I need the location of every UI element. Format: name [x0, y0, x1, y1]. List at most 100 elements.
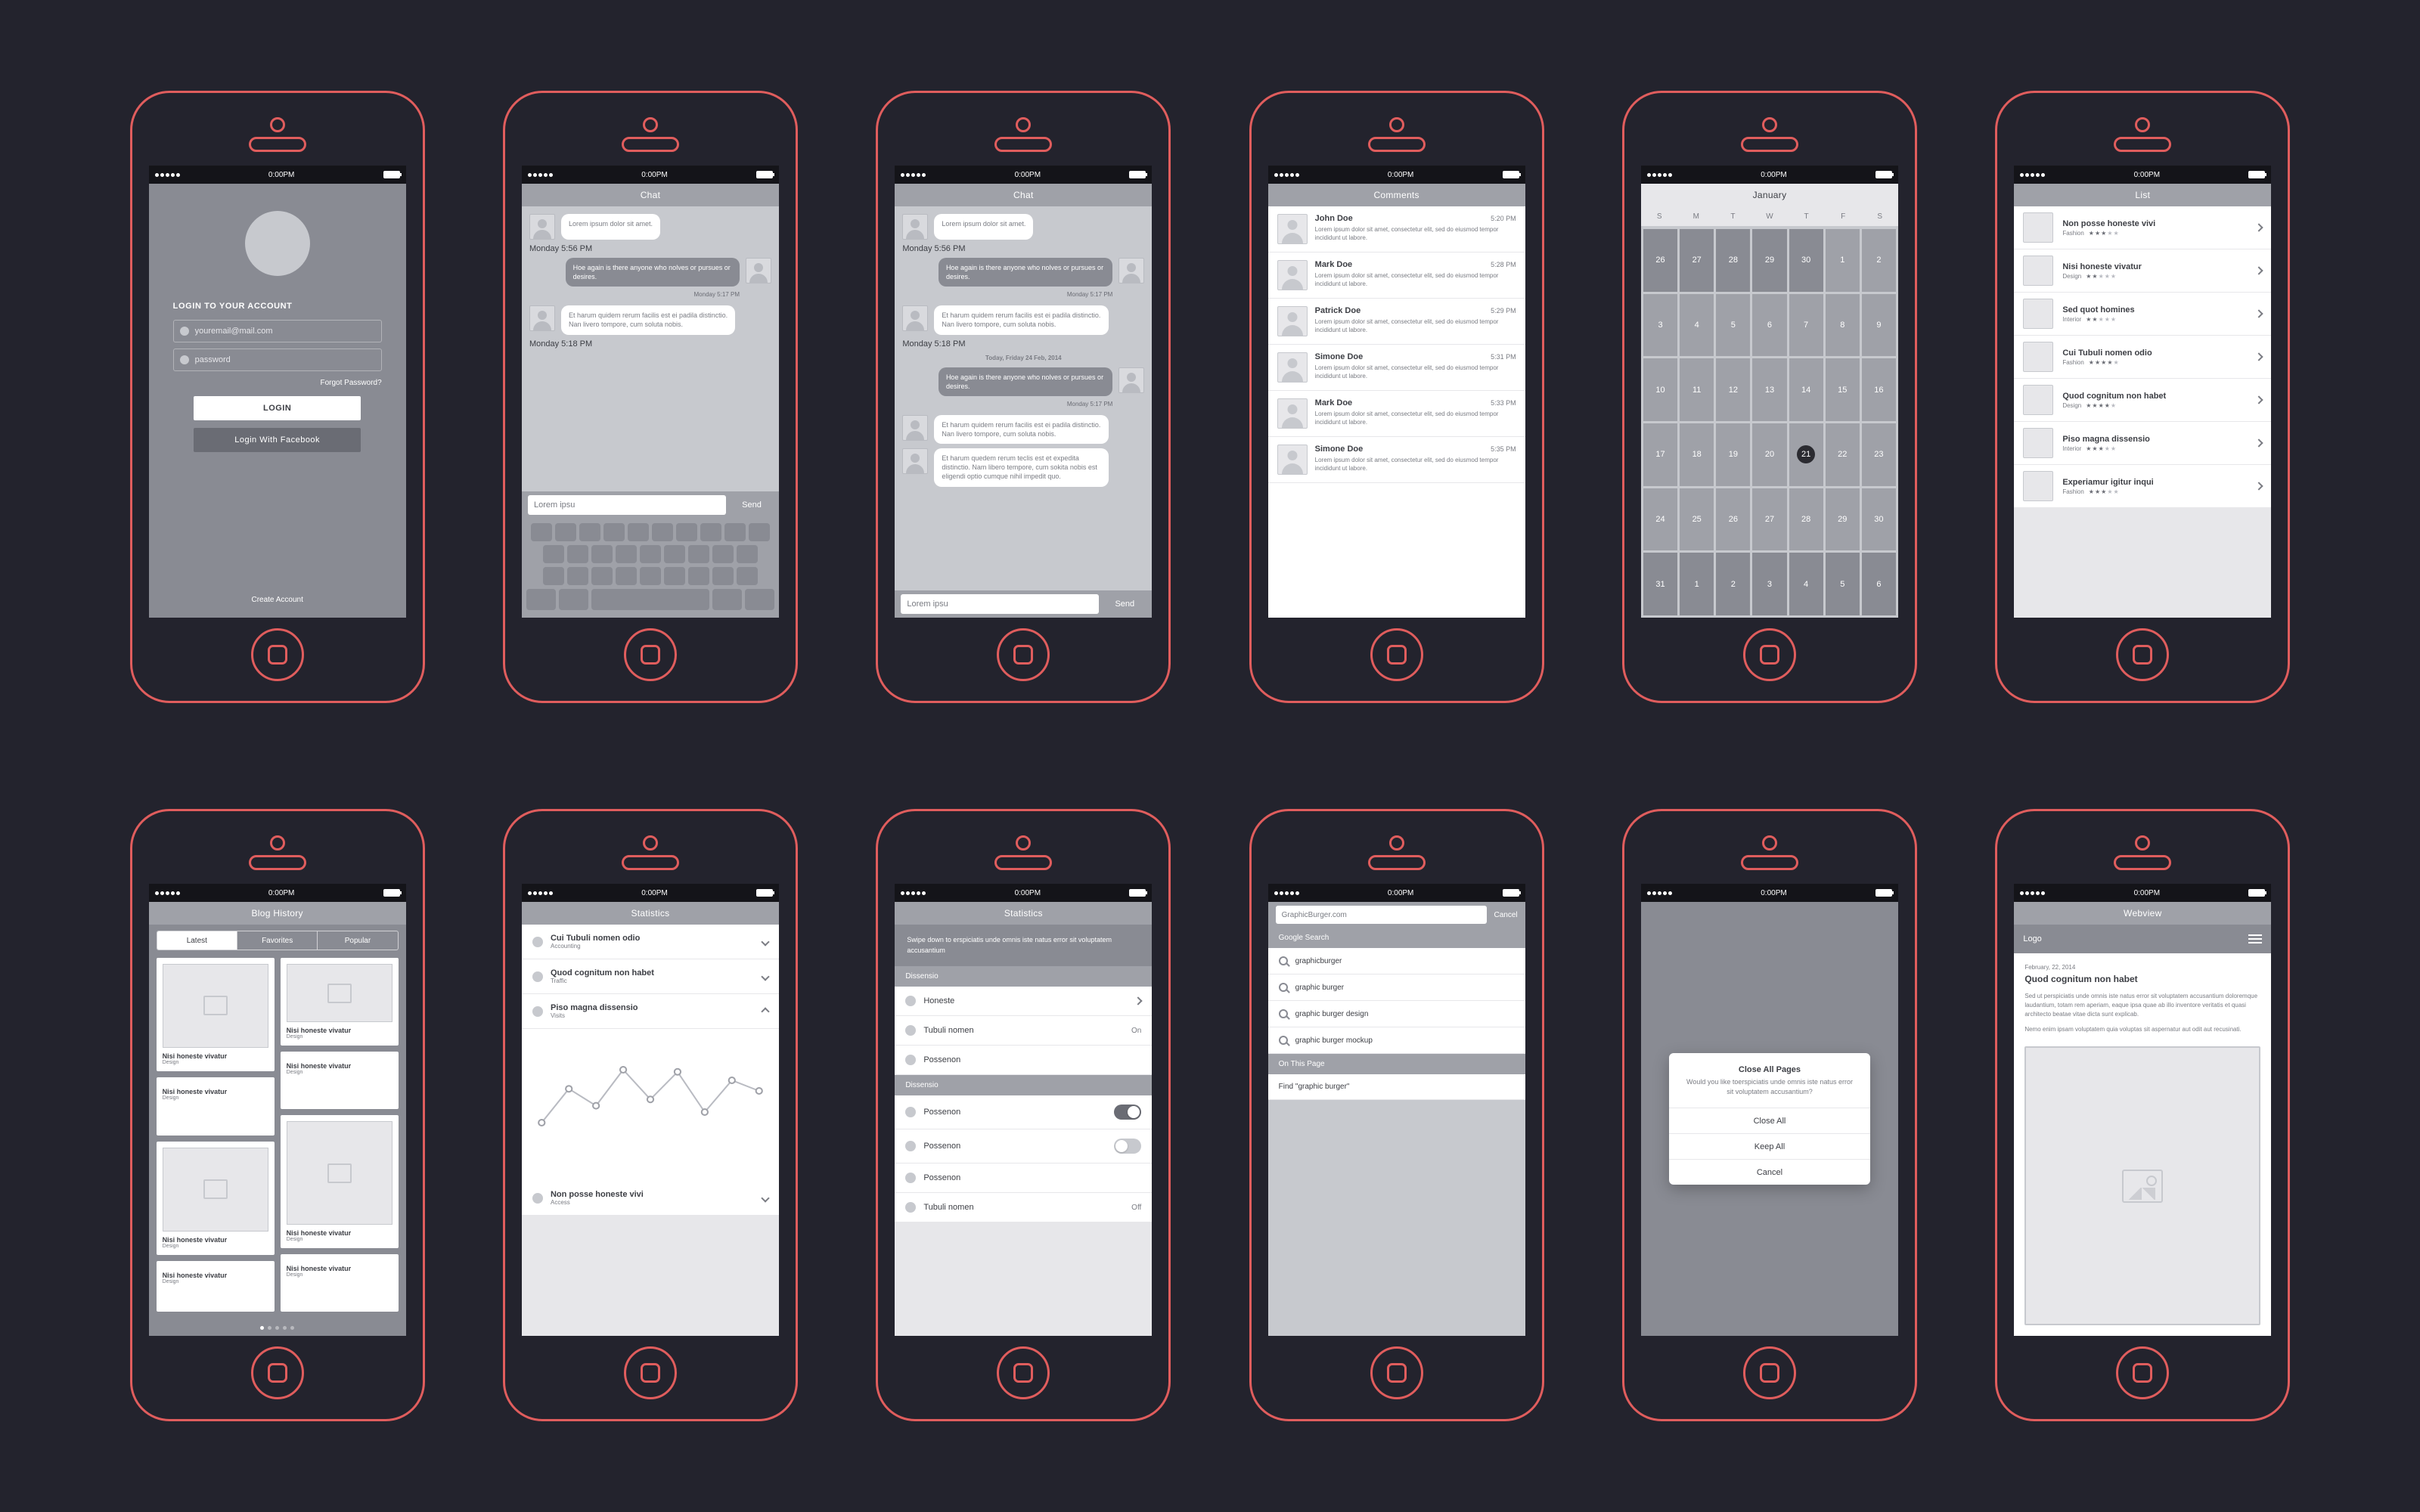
comment-row[interactable]: Simone Doe5:31 PMLorem ipsum dolor sit a… — [1268, 345, 1525, 391]
rating-list[interactable]: Non posse honeste viviFashion★★★★★Nisi h… — [2014, 206, 2271, 618]
facebook-login-button[interactable]: Login With Facebook — [194, 428, 361, 452]
search-input[interactable]: GraphicBurger.com — [1276, 906, 1487, 924]
accordion-row[interactable]: Cui Tubuli nomen odioAccounting — [522, 925, 779, 959]
calendar-day[interactable]: 9 — [1862, 294, 1896, 357]
comment-row[interactable]: Mark Doe5:28 PMLorem ipsum dolor sit ame… — [1268, 253, 1525, 299]
calendar-day[interactable]: 29 — [1826, 488, 1860, 551]
calendar-day[interactable]: 5 — [1716, 294, 1750, 357]
calendar-grid[interactable]: 2627282930123456789101112131415161718192… — [1641, 227, 1898, 618]
calendar-day[interactable]: 13 — [1752, 358, 1786, 421]
blog-card[interactable]: Nisi honeste vivaturDesign — [157, 1261, 275, 1312]
comment-row[interactable]: John Doe5:20 PMLorem ipsum dolor sit ame… — [1268, 206, 1525, 253]
settings-row[interactable]: Tubuli nomenOff — [895, 1193, 1152, 1222]
keep-all-button[interactable]: Keep All — [1669, 1133, 1869, 1159]
calendar-day[interactable]: 16 — [1862, 358, 1896, 421]
list-item[interactable]: Non posse honeste viviFashion★★★★★ — [2014, 206, 2271, 249]
calendar-day[interactable]: 2 — [1862, 229, 1896, 292]
settings-row[interactable]: Tubuli nomenOn — [895, 1016, 1152, 1046]
calendar-day[interactable]: 25 — [1680, 488, 1714, 551]
calendar-day[interactable]: 17 — [1643, 423, 1677, 486]
search-suggestion[interactable]: graphicburger — [1268, 948, 1525, 974]
calendar-day[interactable]: 18 — [1680, 423, 1714, 486]
forgot-password-link[interactable]: Forgot Password? — [321, 379, 382, 387]
settings-row[interactable]: Honeste — [895, 987, 1152, 1016]
calendar-day[interactable]: 21 — [1789, 423, 1823, 486]
hamburger-icon[interactable] — [2248, 934, 2262, 943]
tab-latest[interactable]: Latest — [157, 931, 237, 950]
login-button[interactable]: LOGIN — [194, 396, 361, 420]
settings-row[interactable]: Possenon — [895, 1095, 1152, 1129]
calendar-day[interactable]: 27 — [1680, 229, 1714, 292]
calendar-day[interactable]: 22 — [1826, 423, 1860, 486]
settings-row[interactable]: Possenon — [895, 1046, 1152, 1075]
blog-card[interactable]: Nisi honeste vivaturDesign — [157, 958, 275, 1071]
calendar-day[interactable]: 4 — [1789, 553, 1823, 615]
calendar-day[interactable]: 19 — [1716, 423, 1750, 486]
calendar-day[interactable]: 20 — [1752, 423, 1786, 486]
calendar-day[interactable]: 26 — [1643, 229, 1677, 292]
calendar-day[interactable]: 10 — [1643, 358, 1677, 421]
blog-card[interactable]: Nisi honeste vivaturDesign — [281, 958, 399, 1046]
calendar-day[interactable]: 29 — [1752, 229, 1786, 292]
calendar-day[interactable]: 12 — [1716, 358, 1750, 421]
calendar-day[interactable]: 1 — [1826, 229, 1860, 292]
comment-row[interactable]: Patrick Doe5:29 PMLorem ipsum dolor sit … — [1268, 299, 1525, 345]
accordion-row[interactable]: Quod cognitum non habetTraffic — [522, 959, 779, 994]
blog-card[interactable]: Nisi honeste vivaturDesign — [157, 1077, 275, 1136]
accordion-row[interactable]: Piso magna dissensioVisits — [522, 994, 779, 1029]
calendar-day[interactable]: 26 — [1716, 488, 1750, 551]
blog-grid[interactable]: Nisi honeste vivaturDesign Nisi honeste … — [149, 950, 406, 1319]
settings-row[interactable]: Possenon — [895, 1163, 1152, 1193]
calendar-day[interactable]: 6 — [1752, 294, 1786, 357]
send-button[interactable]: Send — [731, 495, 773, 515]
calendar-day[interactable]: 4 — [1680, 294, 1714, 357]
comment-row[interactable]: Mark Doe5:33 PMLorem ipsum dolor sit ame… — [1268, 391, 1525, 437]
comment-row[interactable]: Simone Doe5:35 PMLorem ipsum dolor sit a… — [1268, 437, 1525, 483]
toggle[interactable] — [1114, 1139, 1141, 1154]
calendar-day[interactable]: 24 — [1643, 488, 1677, 551]
list-item[interactable]: Cui Tubuli nomen odioFashion★★★★★ — [2014, 336, 2271, 379]
blog-card[interactable]: Nisi honeste vivaturDesign — [281, 1115, 399, 1248]
chat-input[interactable]: Lorem ipsu — [901, 594, 1099, 614]
accordion-row[interactable]: Non posse honeste viviAccess — [522, 1181, 779, 1216]
search-suggestion[interactable]: graphic burger mockup — [1268, 1027, 1525, 1054]
home-button[interactable] — [251, 628, 304, 681]
blog-card[interactable]: Nisi honeste vivaturDesign — [281, 1254, 399, 1312]
pager-dots[interactable] — [149, 1319, 406, 1336]
calendar-day[interactable]: 30 — [1789, 229, 1823, 292]
calendar-day[interactable]: 28 — [1789, 488, 1823, 551]
list-item[interactable]: Experiamur igitur inquiFashion★★★★★ — [2014, 465, 2271, 508]
calendar-day[interactable]: 6 — [1862, 553, 1896, 615]
list-item[interactable]: Sed quot hominesInterior★★★★★ — [2014, 293, 2271, 336]
tab-popular[interactable]: Popular — [317, 931, 397, 950]
calendar-day[interactable]: 3 — [1643, 294, 1677, 357]
chat-scroll[interactable]: Lorem ipsum dolor sit amet.Monday 5:56 P… — [895, 206, 1152, 590]
calendar-day[interactable]: 11 — [1680, 358, 1714, 421]
password-field[interactable]: password — [173, 349, 382, 371]
tab-favorites[interactable]: Favorites — [237, 931, 317, 950]
calendar-day[interactable]: 5 — [1826, 553, 1860, 615]
search-suggestion[interactable]: graphic burger design — [1268, 1001, 1525, 1027]
blog-card[interactable]: Nisi honeste vivaturDesign — [157, 1142, 275, 1255]
calendar-day[interactable]: 27 — [1752, 488, 1786, 551]
comments-list[interactable]: John Doe5:20 PMLorem ipsum dolor sit ame… — [1268, 206, 1525, 618]
list-item[interactable]: Piso magna dissensioInterior★★★★★ — [2014, 422, 2271, 465]
calendar-day[interactable]: 28 — [1716, 229, 1750, 292]
cancel-button[interactable]: Cancel — [1494, 911, 1518, 919]
calendar-day[interactable]: 3 — [1752, 553, 1786, 615]
toggle[interactable] — [1114, 1105, 1141, 1120]
calendar-day[interactable]: 7 — [1789, 294, 1823, 357]
calendar-day[interactable]: 2 — [1716, 553, 1750, 615]
list-item[interactable]: Quod cognitum non habetDesign★★★★★ — [2014, 379, 2271, 422]
calendar-day[interactable]: 14 — [1789, 358, 1823, 421]
calendar-day[interactable]: 31 — [1643, 553, 1677, 615]
cancel-button[interactable]: Cancel — [1669, 1159, 1869, 1185]
calendar-day[interactable]: 30 — [1862, 488, 1896, 551]
blog-card[interactable]: Nisi honeste vivaturDesign — [281, 1052, 399, 1109]
search-suggestion[interactable]: graphic burger — [1268, 974, 1525, 1001]
create-account-link[interactable]: Create Account — [251, 596, 302, 604]
list-item[interactable]: Nisi honeste vivaturDesign★★★★★ — [2014, 249, 2271, 293]
calendar-day[interactable]: 15 — [1826, 358, 1860, 421]
settings-row[interactable]: Possenon — [895, 1129, 1152, 1163]
calendar-day[interactable]: 1 — [1680, 553, 1714, 615]
